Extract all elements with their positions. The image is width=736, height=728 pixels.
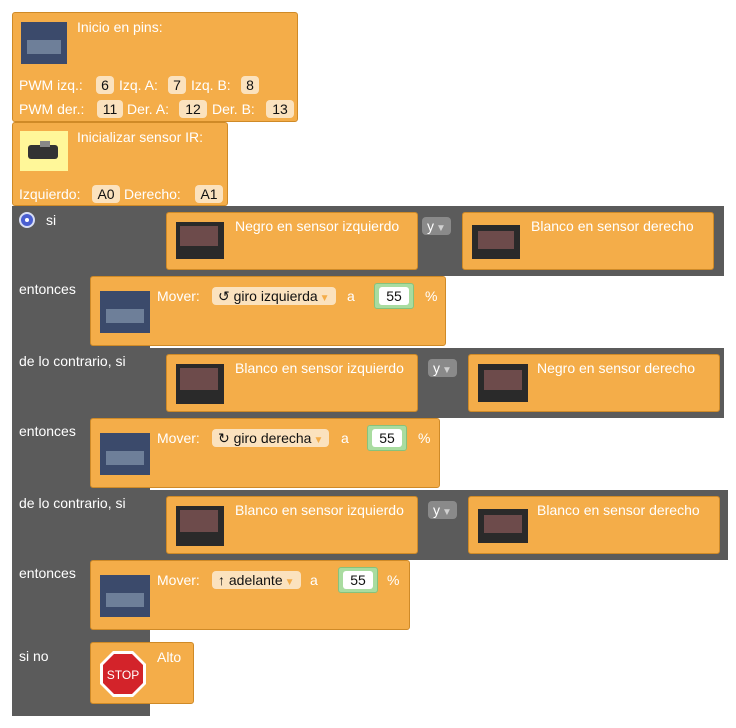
robot-image (100, 291, 150, 333)
robot-image (100, 575, 150, 617)
condition-right-3[interactable]: Blanco en sensor derecho (468, 496, 720, 554)
condition-right-label: Blanco en sensor derecho (531, 218, 694, 234)
condition-right-label: Negro en sensor derecho (537, 360, 695, 376)
direction-dropdown-2[interactable]: ↻ giro derecha ▼ (212, 429, 330, 447)
robot-image (100, 433, 150, 475)
si-label: si (46, 212, 57, 228)
move-label: Mover: (157, 288, 200, 304)
direction-dropdown-1[interactable]: ↺ giro izquierda ▼ (212, 287, 336, 305)
entonces-label-3: entonces (19, 565, 76, 581)
and-dropdown-1[interactable]: y ▼ (422, 217, 451, 235)
ir-izq-label: Izquierdo: (19, 186, 81, 202)
ir-izq-field[interactable]: A0 (92, 185, 120, 203)
condition-left-label: Blanco en sensor izquierdo (235, 502, 404, 518)
condition-right-1[interactable]: Blanco en sensor derecho (462, 212, 714, 270)
der-b-label: Der. B: (212, 101, 255, 117)
move-block-1[interactable]: Mover: ↺ giro izquierda ▼ a 55 % (90, 276, 446, 346)
sensor-image (176, 222, 224, 259)
condition-left-label: Negro en sensor izquierdo (235, 218, 400, 234)
svg-text:STOP: STOP (107, 668, 139, 682)
entonces-label-1: entonces (19, 281, 76, 297)
else-label: si no (19, 648, 49, 664)
if-block-bottom (12, 704, 150, 716)
percent-label: % (418, 430, 431, 446)
speed-field-3[interactable]: 55 (343, 571, 373, 589)
elseif-label-1: de lo contrario, si (19, 353, 126, 369)
condition-left-2[interactable]: Blanco en sensor izquierdo (166, 354, 418, 412)
stop-label: Alto (157, 649, 182, 665)
a-label: a (341, 430, 349, 446)
condition-left-label: Blanco en sensor izquierdo (235, 360, 404, 376)
move-block-2[interactable]: Mover: ↻ giro derecha ▼ a 55 % (90, 418, 440, 488)
pwm-izq-label: PWM izq.: (19, 77, 83, 93)
pwm-der-label: PWM der.: (19, 101, 85, 117)
move-block-3[interactable]: Mover: ↑ adelante ▼ a 55 % (90, 560, 410, 630)
condition-right-2[interactable]: Negro en sensor derecho (468, 354, 720, 412)
ir-der-field[interactable]: A1 (195, 185, 223, 203)
izq-a-field[interactable]: 7 (168, 76, 186, 94)
a-label: a (310, 572, 318, 588)
sensor-image (176, 364, 224, 404)
and-dropdown-3[interactable]: y ▼ (428, 501, 457, 519)
gear-icon[interactable] (19, 212, 35, 228)
sensor-image (176, 506, 224, 546)
stop-block[interactable]: STOP Alto (90, 642, 194, 704)
speed-field-2[interactable]: 55 (372, 429, 402, 447)
stop-sign-icon: STOP (100, 651, 146, 697)
condition-right-label: Blanco en sensor derecho (537, 502, 700, 518)
direction-dropdown-3[interactable]: ↑ adelante ▼ (212, 571, 301, 589)
percent-label: % (425, 288, 438, 304)
init-pins-title: Inicio en pins: (77, 19, 163, 35)
speed-field-1[interactable]: 55 (379, 287, 409, 305)
move-label: Mover: (157, 572, 200, 588)
sensor-image (478, 364, 528, 402)
izq-b-field[interactable]: 8 (241, 76, 259, 94)
der-a-label: Der. A: (127, 101, 170, 117)
number-block-1[interactable]: 55 (374, 283, 414, 309)
izq-a-label: Izq. A: (119, 77, 158, 93)
entonces-label-2: entonces (19, 423, 76, 439)
init-ir-block[interactable]: Inicializar sensor IR: Izquierdo: A0 Der… (12, 122, 228, 206)
init-ir-title: Inicializar sensor IR: (77, 129, 204, 145)
percent-label: % (387, 572, 400, 588)
move-label: Mover: (157, 430, 200, 446)
ir-der-label: Derecho: (124, 186, 181, 202)
der-a-field[interactable]: 12 (179, 100, 207, 118)
elseif-label-2: de lo contrario, si (19, 495, 126, 511)
sensor-image (472, 225, 520, 259)
and-dropdown-2[interactable]: y ▼ (428, 359, 457, 377)
pwm-der-field[interactable]: 11 (97, 100, 123, 118)
robot-image (21, 22, 67, 64)
izq-b-label: Izq. B: (191, 77, 231, 93)
init-pins-block[interactable]: Inicio en pins: PWM izq.: 6 Izq. A: 7 Iz… (12, 12, 298, 122)
ir-sensor-image (20, 131, 68, 171)
number-block-3[interactable]: 55 (338, 567, 378, 593)
number-block-2[interactable]: 55 (367, 425, 407, 451)
sensor-image (478, 509, 528, 543)
pwm-izq-field[interactable]: 6 (96, 76, 114, 94)
condition-left-1[interactable]: Negro en sensor izquierdo (166, 212, 418, 270)
der-b-field[interactable]: 13 (266, 100, 294, 118)
condition-left-3[interactable]: Blanco en sensor izquierdo (166, 496, 418, 554)
a-label: a (347, 288, 355, 304)
